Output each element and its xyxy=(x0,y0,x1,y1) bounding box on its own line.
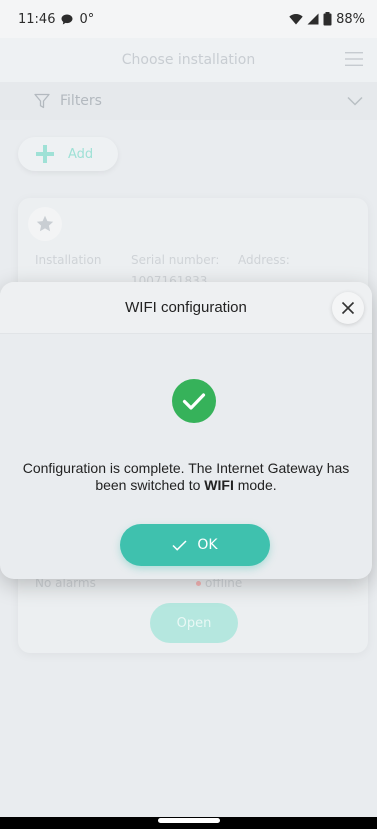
status-bar: 11:46 0° 88% xyxy=(0,0,377,38)
status-temperature: 0° xyxy=(79,11,95,27)
message-tail: mode. xyxy=(233,477,277,493)
address-label: Address: xyxy=(238,253,290,267)
wifi-config-dialog: WIFI configuration Configuration is comp… xyxy=(0,282,372,579)
dialog-message: Configuration is complete. The Internet … xyxy=(20,460,352,494)
dialog-header: WIFI configuration xyxy=(0,282,372,334)
check-icon xyxy=(172,539,187,551)
installation-label: Installation xyxy=(35,253,102,267)
add-installation-button[interactable]: Add xyxy=(18,137,118,171)
status-right: 88% xyxy=(289,12,365,27)
status-left: 11:46 0° xyxy=(18,12,94,27)
signal-icon xyxy=(307,13,319,25)
status-battery: 88% xyxy=(336,11,365,27)
plus-icon xyxy=(36,145,54,163)
filters-label: Filters xyxy=(60,93,102,109)
filter-icon xyxy=(34,93,50,109)
close-icon xyxy=(341,301,355,315)
star-icon xyxy=(36,215,54,232)
dialog-title: WIFI configuration xyxy=(125,299,247,316)
message-text: Configuration is complete. The Internet … xyxy=(22,460,350,493)
open-label: Open xyxy=(176,615,212,631)
home-indicator[interactable] xyxy=(158,818,220,823)
battery-icon xyxy=(323,12,332,26)
favorite-button[interactable] xyxy=(28,207,62,241)
ok-label: OK xyxy=(197,537,218,553)
status-time: 11:46 xyxy=(18,11,56,27)
system-nav-bar xyxy=(0,817,377,829)
page-title: Choose installation xyxy=(121,52,256,68)
add-label: Add xyxy=(68,146,94,162)
chat-bubble-icon xyxy=(61,14,73,24)
filters-toggle[interactable]: Filters xyxy=(0,82,377,120)
menu-icon[interactable] xyxy=(345,51,363,67)
message-mode: WIFI xyxy=(204,477,234,493)
open-button[interactable]: Open xyxy=(150,603,238,643)
close-button[interactable] xyxy=(332,292,364,324)
wifi-icon xyxy=(289,14,303,25)
serial-label: Serial number: xyxy=(131,253,220,267)
app-header: Choose installation xyxy=(0,38,377,82)
chevron-down-icon xyxy=(347,96,363,106)
status-dot xyxy=(196,580,201,586)
ok-button[interactable]: OK xyxy=(120,524,270,566)
success-check-icon xyxy=(172,379,216,423)
